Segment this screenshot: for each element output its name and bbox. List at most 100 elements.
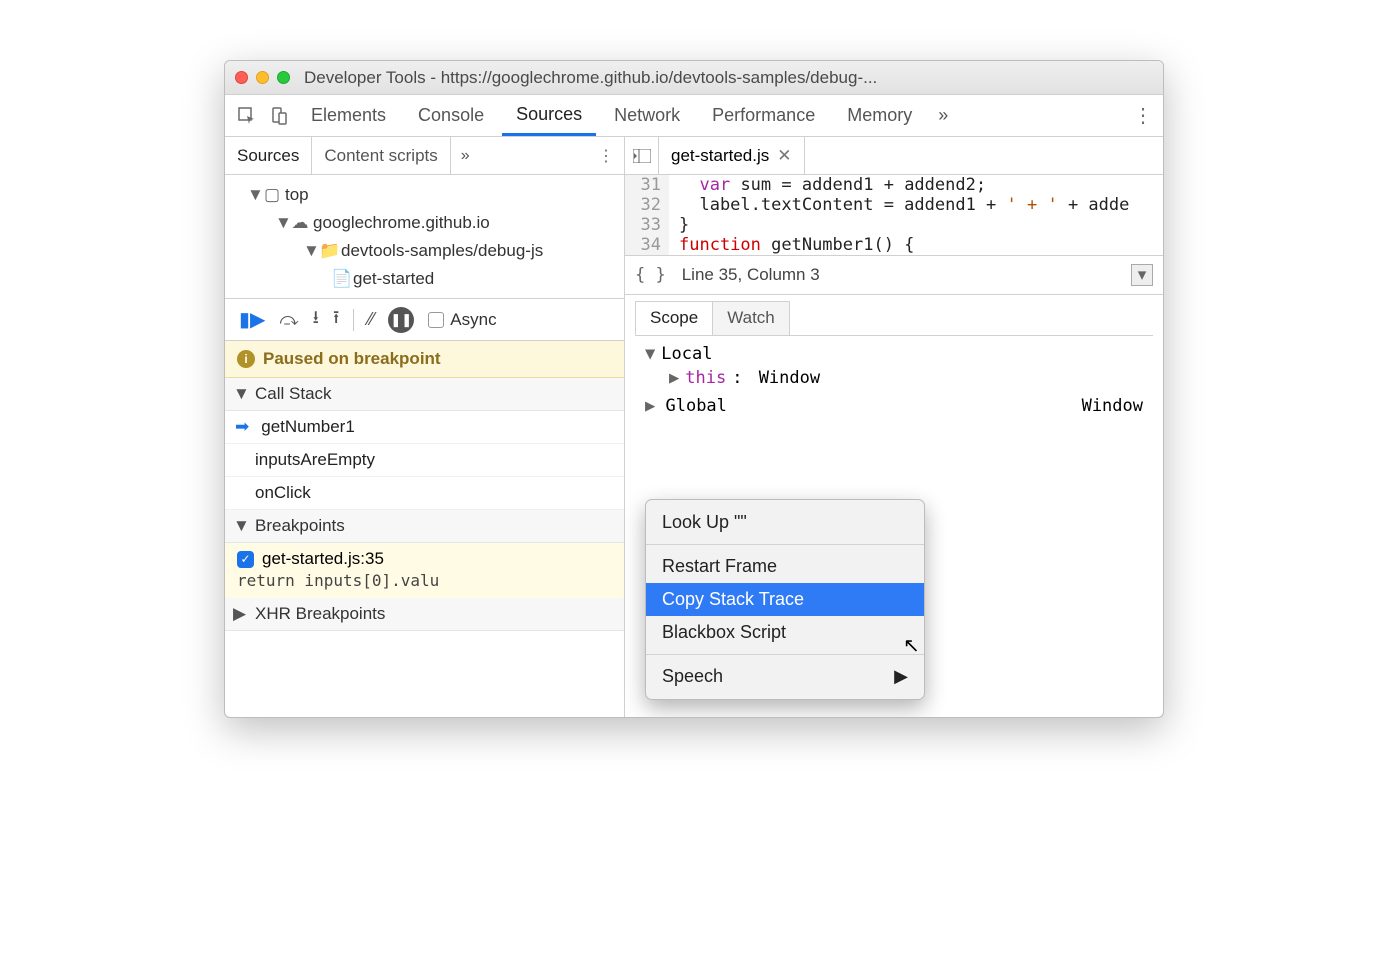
inspect-element-icon[interactable]: [233, 102, 261, 130]
cloud-icon: ☁: [291, 213, 309, 233]
async-checkbox[interactable]: Async: [428, 310, 496, 330]
scope-this-value: Window: [759, 368, 820, 388]
step-out-icon[interactable]: ⭱: [333, 305, 339, 335]
subtab-sources[interactable]: Sources: [225, 137, 312, 174]
step-over-icon[interactable]: ⤼: [279, 309, 298, 330]
deactivate-breakpoints-icon[interactable]: ⁄⁄: [368, 309, 374, 330]
breakpoints-label: Breakpoints: [255, 516, 345, 536]
scope-panel: ▼ Local ▶ this: Window ▶ Global Window: [635, 336, 1153, 422]
tree-file-label: get-started: [353, 269, 434, 289]
frame-label: inputsAreEmpty: [255, 450, 375, 470]
scope-watch-tabs: Scope Watch: [635, 301, 1153, 336]
ctx-lookup[interactable]: Look Up "": [646, 506, 924, 539]
call-stack-frame[interactable]: inputsAreEmpty: [225, 444, 624, 477]
editor-status-bar: { } Line 35, Column 3 ▾: [625, 255, 1163, 295]
file-tab-row: get-started.js ✕: [625, 137, 1163, 175]
tree-folder[interactable]: ▼ 📁 devtools-samples/debug-js: [229, 237, 620, 265]
tree-domain-label: googlechrome.github.io: [313, 213, 490, 233]
tab-scope[interactable]: Scope: [635, 301, 713, 335]
breakpoint-item[interactable]: ✓ get-started.js:35 return inputs[0].val…: [225, 543, 624, 598]
tab-performance[interactable]: Performance: [698, 95, 829, 136]
tabs-overflow-icon[interactable]: »: [930, 105, 956, 126]
async-label: Async: [450, 310, 496, 330]
checkbox-checked-icon[interactable]: ✓: [237, 551, 254, 568]
scope-this-key: this: [685, 368, 726, 388]
open-file-tab[interactable]: get-started.js ✕: [659, 137, 805, 174]
tab-network[interactable]: Network: [600, 95, 694, 136]
breakpoint-code: return inputs[0].valu: [237, 569, 614, 594]
tab-elements[interactable]: Elements: [297, 95, 400, 136]
code-editor[interactable]: 31 var sum = addend1 + addend2;32 label.…: [625, 175, 1163, 255]
ctx-copy-stack-trace[interactable]: Copy Stack Trace: [646, 583, 924, 616]
frame-label: onClick: [255, 483, 311, 503]
pause-exceptions-icon[interactable]: ❚❚: [388, 307, 414, 333]
paused-banner: i Paused on breakpoint: [225, 341, 624, 378]
resume-icon[interactable]: ▮▶: [239, 307, 265, 332]
scope-global-label: Global: [665, 396, 726, 416]
cursor-position: Line 35, Column 3: [682, 265, 820, 285]
pretty-print-icon[interactable]: { }: [635, 265, 666, 285]
breakpoints-header[interactable]: ▼ Breakpoints: [225, 510, 624, 543]
tree-file[interactable]: 📄 get-started: [229, 265, 620, 293]
ctx-copy-label: Copy Stack Trace: [662, 589, 804, 610]
twisty-down-icon: ▼: [303, 241, 319, 261]
twisty-right-icon: ▶: [669, 368, 679, 388]
tab-memory[interactable]: Memory: [833, 95, 926, 136]
scope-local[interactable]: ▼ Local: [645, 342, 1143, 366]
step-into-icon[interactable]: ⭳: [313, 305, 319, 335]
twisty-down-icon: ▼: [275, 213, 291, 233]
navigator-overflow-icon[interactable]: »: [451, 147, 480, 165]
window-icon: ▢: [263, 185, 281, 205]
close-icon[interactable]: ✕: [777, 146, 791, 166]
zoom-window-button[interactable]: [277, 71, 290, 84]
minimize-window-button[interactable]: [256, 71, 269, 84]
navigator-tabs: Sources Content scripts » ⋮: [225, 137, 624, 175]
statusbar-dropdown-icon[interactable]: ▾: [1131, 264, 1153, 286]
tree-top[interactable]: ▼ ▢ top: [229, 181, 620, 209]
scope-this[interactable]: ▶ this: Window: [645, 366, 1143, 390]
ctx-speech-label: Speech: [662, 666, 723, 687]
submenu-arrow-icon: ▶: [894, 666, 908, 687]
folder-icon: 📁: [319, 241, 337, 261]
ctx-speech[interactable]: Speech ▶: [646, 660, 924, 693]
tree-domain[interactable]: ▼ ☁ googlechrome.github.io: [229, 209, 620, 237]
paused-label: Paused on breakpoint: [263, 349, 441, 369]
call-stack-header[interactable]: ▼ Call Stack: [225, 378, 624, 411]
navigator-kebab-icon[interactable]: ⋮: [588, 146, 624, 166]
window-title: Developer Tools - https://googlechrome.g…: [304, 68, 877, 88]
ctx-blackbox-script[interactable]: Blackbox Script: [646, 616, 924, 649]
tab-watch[interactable]: Watch: [712, 301, 790, 335]
subtab-content-scripts[interactable]: Content scripts: [312, 137, 450, 174]
context-menu: Look Up "" Restart Frame Copy Stack Trac…: [645, 499, 925, 700]
ctx-lookup-label: Look Up "": [662, 512, 747, 533]
titlebar: Developer Tools - https://googlechrome.g…: [225, 61, 1163, 95]
toggle-navigator-icon[interactable]: [625, 137, 659, 174]
close-window-button[interactable]: [235, 71, 248, 84]
twisty-down-icon: ▼: [645, 344, 655, 364]
frame-label: getNumber1: [261, 417, 355, 437]
call-stack-frame[interactable]: getNumber1: [225, 411, 624, 444]
tree-top-label: top: [285, 185, 309, 205]
scope-global[interactable]: ▶ Global Window: [645, 390, 1143, 416]
main-tabs: Elements Console Sources Network Perform…: [225, 95, 1163, 137]
file-tree: ▼ ▢ top ▼ ☁ googlechrome.github.io ▼ 📁 d…: [225, 175, 624, 299]
tab-console[interactable]: Console: [404, 95, 498, 136]
scope-local-label: Local: [661, 344, 712, 364]
toggle-device-icon[interactable]: [265, 102, 293, 130]
ctx-restart-label: Restart Frame: [662, 556, 777, 577]
settings-kebab-icon[interactable]: ⋮: [1131, 103, 1155, 128]
twisty-down-icon: ▼: [247, 185, 263, 205]
debugger-toolbar: ▮▶ ⤼ ⭳ ⭱ ⁄⁄ ❚❚ Async: [225, 299, 624, 341]
twisty-down-icon: ▼: [233, 384, 249, 404]
tab-sources[interactable]: Sources: [502, 95, 596, 136]
twisty-down-icon: ▼: [233, 516, 249, 536]
ctx-restart-frame[interactable]: Restart Frame: [646, 550, 924, 583]
checkbox-icon: [428, 312, 444, 328]
call-stack-frame[interactable]: onClick: [225, 477, 624, 510]
breakpoint-label: get-started.js:35: [262, 549, 384, 569]
xhr-breakpoints-label: XHR Breakpoints: [255, 604, 385, 624]
ctx-blackbox-label: Blackbox Script: [662, 622, 786, 643]
tree-folder-label: devtools-samples/debug-js: [341, 241, 543, 261]
info-icon: i: [237, 350, 255, 368]
xhr-breakpoints-header[interactable]: ▶ XHR Breakpoints: [225, 598, 624, 631]
